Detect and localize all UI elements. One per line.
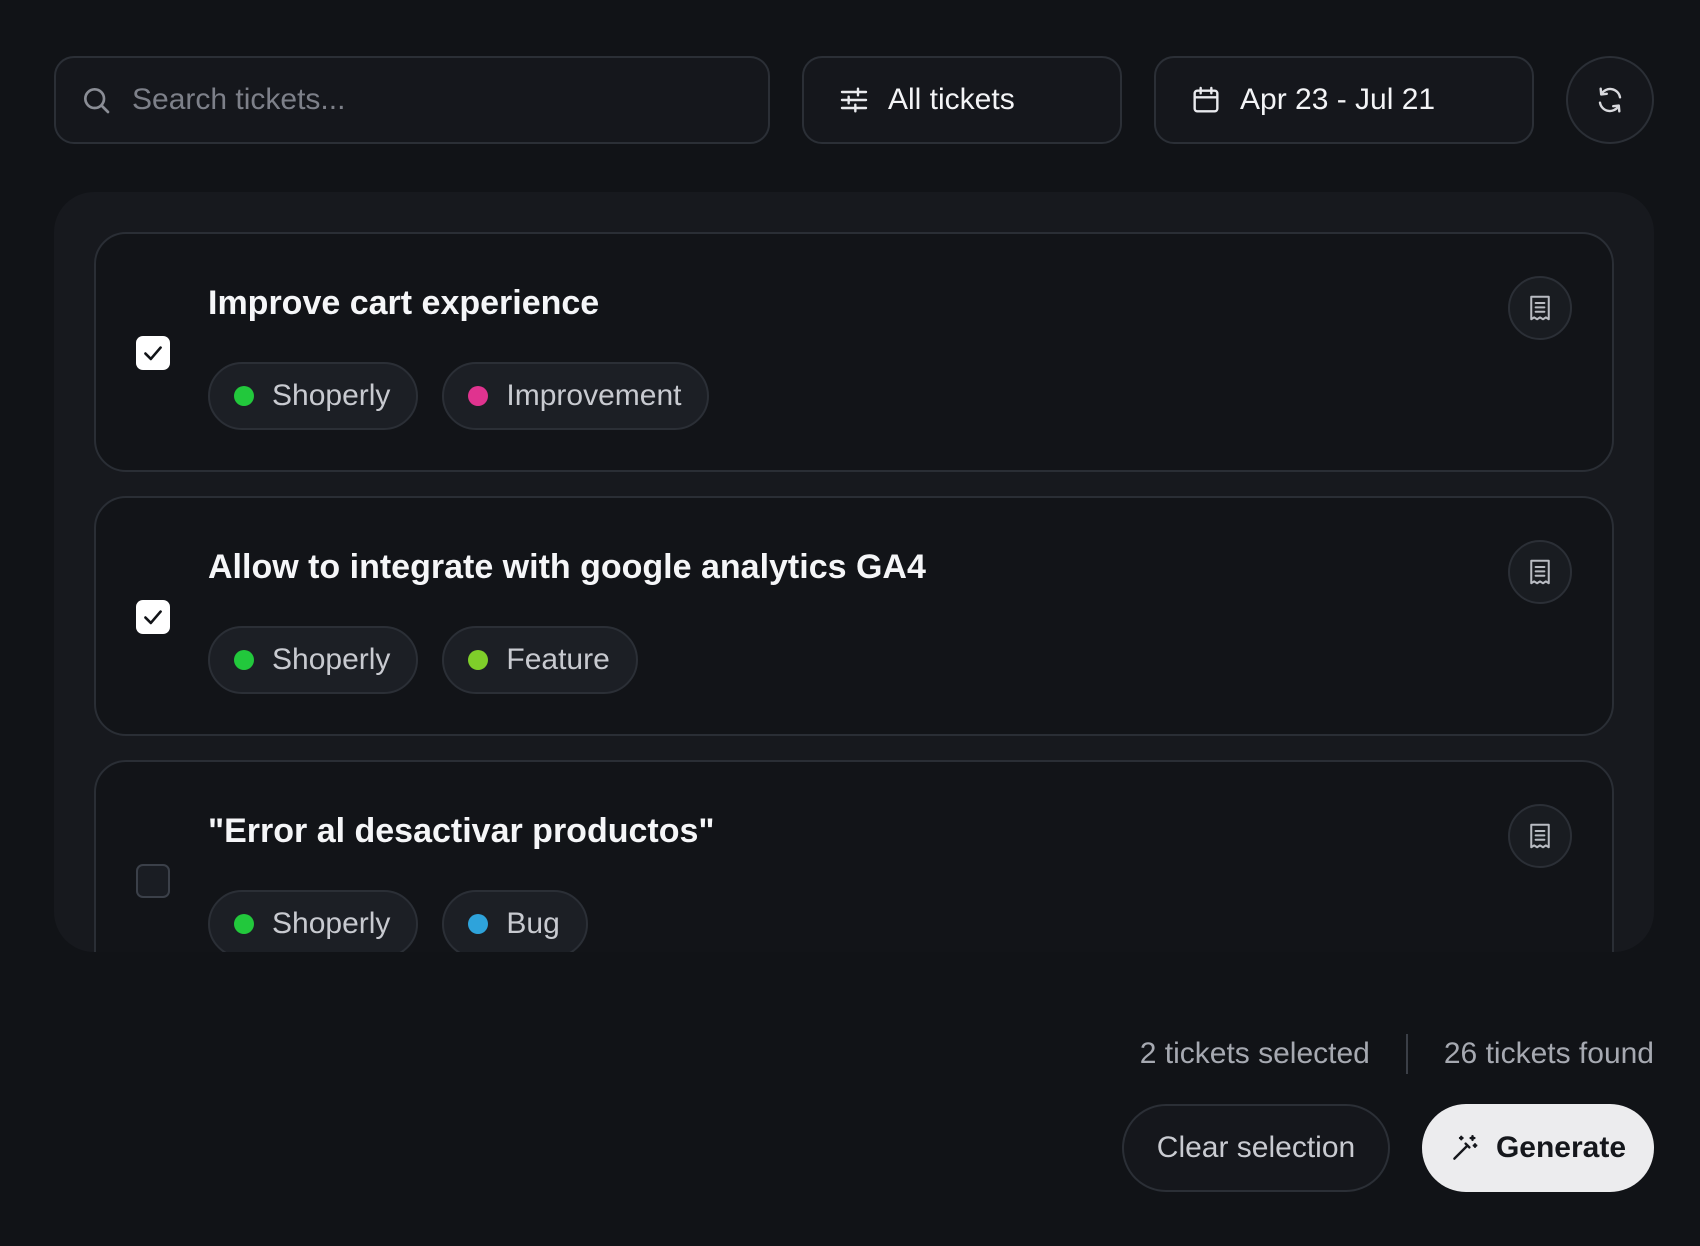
- ticket-card[interactable]: Improve cart experience Shoperly Improve…: [94, 232, 1614, 472]
- checkmark-icon: [144, 610, 162, 625]
- generate-button[interactable]: Generate: [1422, 1104, 1654, 1192]
- filter-label: All tickets: [888, 83, 1015, 116]
- tag-dot: [234, 386, 254, 406]
- date-range-label: Apr 23 - Jul 21: [1240, 83, 1436, 116]
- ticket-checkbox[interactable]: [136, 336, 170, 370]
- checkmark-icon: [144, 346, 162, 361]
- ticket-card[interactable]: "Error al desactivar productos" Shoperly…: [94, 760, 1614, 952]
- ticket-checkbox[interactable]: [136, 864, 170, 898]
- refresh-icon: [1598, 87, 1622, 113]
- sliders-icon: [840, 87, 868, 113]
- ticket-title: Improve cart experience: [208, 284, 600, 322]
- ticket-selector-page: All tickets Apr 23 - Jul 21 Improve cart…: [0, 0, 1700, 1246]
- selected-count: 2 tickets selected: [1139, 1037, 1370, 1070]
- search-box[interactable]: [54, 56, 770, 144]
- date-range-button[interactable]: Apr 23 - Jul 21: [1154, 56, 1534, 144]
- tag-type: Improvement: [442, 362, 710, 430]
- ticket-card[interactable]: Allow to integrate with google analytics…: [94, 496, 1614, 736]
- filter-button[interactable]: All tickets: [802, 56, 1122, 144]
- ticket-checkbox[interactable]: [136, 600, 170, 634]
- ticket-title: Allow to integrate with google analytics…: [208, 548, 926, 586]
- toolbar: All tickets Apr 23 - Jul 21: [54, 56, 1654, 144]
- tag-project: Shoperly: [208, 626, 419, 694]
- selection-summary: 2 tickets selected 26 tickets found: [1140, 1032, 1654, 1076]
- tag-dot: [234, 650, 254, 670]
- ticket-title: "Error al desactivar productos": [208, 812, 715, 850]
- found-count: 26 tickets found: [1443, 1037, 1654, 1070]
- tag-label: Feature: [506, 643, 610, 676]
- tag-label: Shoperly: [272, 379, 391, 412]
- tag-label: Improvement: [506, 379, 682, 412]
- tag-label: Shoperly: [272, 643, 391, 676]
- ticket-tags: Shoperly Feature: [208, 626, 638, 694]
- search-icon: [84, 88, 110, 114]
- ticket-tags: Shoperly Bug: [208, 890, 588, 952]
- tag-dot: [468, 650, 489, 670]
- receipt-icon: [1530, 823, 1550, 849]
- clear-selection-button[interactable]: Clear selection: [1122, 1104, 1390, 1192]
- generate-label: Generate: [1495, 1131, 1627, 1164]
- receipt-icon: [1530, 295, 1550, 321]
- tag-project: Shoperly: [208, 890, 419, 952]
- tag-type: Feature: [442, 626, 638, 694]
- receipt-icon: [1530, 559, 1550, 585]
- tag-dot: [468, 386, 489, 406]
- divider: [1405, 1034, 1408, 1074]
- magic-wand-icon: [1453, 1134, 1478, 1160]
- tag-label: Shoperly: [272, 907, 391, 940]
- tag-dot: [234, 914, 254, 934]
- refresh-button[interactable]: [1566, 56, 1654, 144]
- tag-label: Bug: [506, 907, 560, 940]
- tag-dot: [468, 914, 489, 934]
- ticket-details-button[interactable]: [1508, 540, 1572, 604]
- ticket-details-button[interactable]: [1508, 276, 1572, 340]
- ticket-list[interactable]: Improve cart experience Shoperly Improve…: [54, 192, 1654, 952]
- tag-type: Bug: [442, 890, 588, 952]
- ticket-tags: Shoperly Improvement: [208, 362, 710, 430]
- calendar-icon: [1193, 86, 1219, 113]
- tag-project: Shoperly: [208, 362, 419, 430]
- ticket-details-button[interactable]: [1508, 804, 1572, 868]
- search-input[interactable]: [132, 70, 768, 130]
